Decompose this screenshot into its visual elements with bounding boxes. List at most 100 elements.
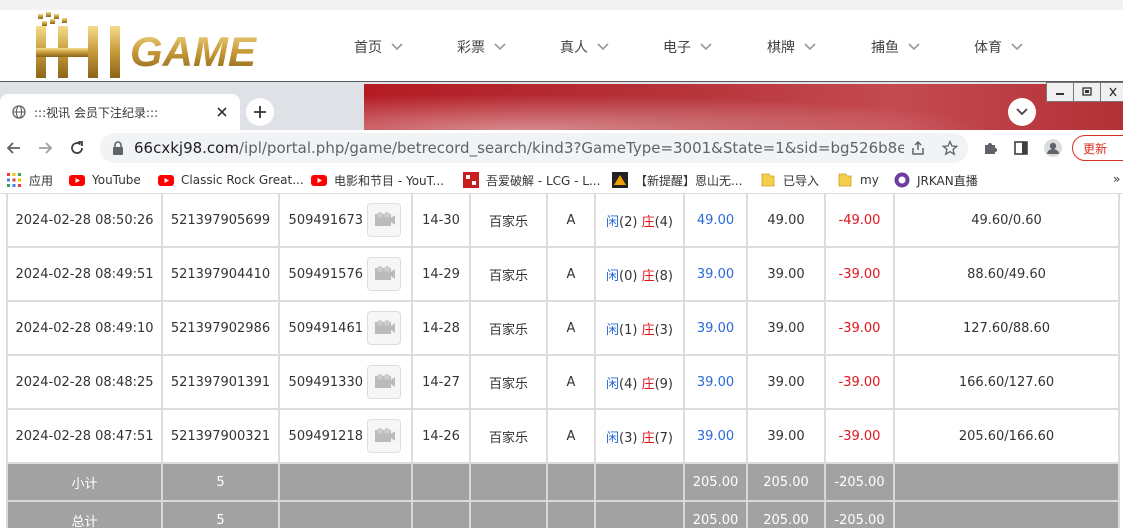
apps-grid-icon [7,173,21,187]
tab-search-button[interactable] [1008,98,1036,126]
total-result: -205.00 [824,500,895,528]
restore-button[interactable] [1073,82,1101,102]
total-row: 总计 5 205.00 205.00 -205.00 [6,500,1120,528]
balance-before-after: 205.60/166.60 [893,408,1120,464]
total-label: 总计 [6,500,163,528]
player-label: 闲 [605,376,619,392]
bookmark-label: 应用 [29,173,54,188]
close-icon[interactable] [214,104,230,120]
avatar-icon [1044,139,1062,157]
new-tab-button[interactable] [246,98,274,126]
globe-icon [12,105,26,119]
bet-number: 521397902986 [161,300,280,356]
nav-item-live[interactable]: 真人 [560,36,610,58]
valid-amount: 49.00 [746,194,826,248]
banker-label: 庄 [641,214,655,230]
tab-strip: :::视讯 会员下注纪录::: [0,82,1123,130]
empty-cell [469,500,548,528]
result-cell: 闲(1) 庄(3) [594,300,685,356]
bookmark-label: 【新提醒】恩山无... [635,173,743,188]
close-icon [1109,87,1117,97]
site-icon [612,172,628,188]
result-cell: 闲(4) 庄(9) [594,354,685,410]
bookmark-star-button[interactable] [940,138,960,158]
round-number: 14-27 [411,354,471,410]
table-name: A [546,408,596,464]
site-logo[interactable]: GAME [32,12,302,80]
arrow-left-icon [6,142,20,154]
close-window-button[interactable] [1100,82,1123,102]
bookmark-folder-imported[interactable]: 已导入 [760,171,819,189]
table-name: A [546,246,596,302]
bookmark-label: 吾爱破解 - LCG - L... [486,173,601,188]
chevron-down-icon [1016,108,1028,116]
video-replay-icon[interactable] [367,311,401,345]
subtotal-count: 5 [161,462,280,502]
update-button[interactable]: 更新 [1072,135,1123,161]
banker-label: 庄 [641,376,655,392]
bookmarks-more-button[interactable]: » [1113,172,1120,186]
lock-icon[interactable] [112,141,124,155]
game-number: 509491576 [288,266,363,282]
side-panel-button[interactable] [1009,136,1033,160]
bookmark-youtube[interactable]: YouTube [69,171,141,189]
nav-item-fishing[interactable]: 捕鱼 [871,36,921,58]
browser-tab[interactable]: :::视讯 会员下注纪录::: [0,94,240,130]
bookmark-52pojie[interactable]: 吾爱破解 - LCG - L... [463,171,600,189]
round-number: 14-26 [411,408,471,464]
video-replay-icon[interactable] [367,419,401,453]
bookmark-right-mountain[interactable]: 【新提醒】恩山无... [612,171,742,189]
bookmark-label: YouTube [92,173,141,187]
game-name: 百家乐 [469,194,548,248]
nav-item-cards[interactable]: 棋牌 [767,36,817,58]
player-label: 闲 [605,268,619,284]
forward-button[interactable] [33,136,57,160]
balance-before-after: 127.60/88.60 [893,300,1120,356]
bookmark-movies[interactable]: 电影和节目 - YouT... [311,171,444,189]
bet-number: 521397901391 [161,354,280,410]
back-button[interactable] [2,136,26,160]
url-path: /ipl/portal.php/game/betrecord_search/ki… [238,139,904,157]
puzzle-icon [985,143,997,154]
bet-amount: 39.00 [683,354,748,410]
minimize-icon [1056,93,1064,95]
site-icon [463,172,479,188]
bookmark-jrkan[interactable]: JRKAN直播 [894,171,978,189]
nav-label: 棋牌 [767,40,795,56]
url-text[interactable]: 66cxkj98.com/ipl/portal.php/game/betreco… [134,139,904,157]
subtotal-bet: 205.00 [683,462,748,502]
banker-label: 庄 [641,430,655,446]
restore-icon [1082,87,1092,96]
profile-button[interactable] [1041,136,1065,160]
nav-item-home[interactable]: 首页 [354,36,404,58]
video-replay-icon[interactable] [367,203,401,237]
reload-button[interactable] [65,136,89,160]
address-bar[interactable]: 66cxkj98.com/ipl/portal.php/game/betreco… [100,133,968,163]
bet-amount: 49.00 [683,194,748,248]
video-replay-icon[interactable] [367,365,401,399]
youtube-icon [69,175,85,186]
bookmark-apps[interactable]: 应用 [6,171,53,189]
nav-item-sports[interactable]: 体育 [974,36,1024,58]
share-button[interactable] [908,138,928,158]
extensions-button[interactable] [978,136,1002,160]
player-label: 闲 [605,322,619,338]
subtotal-label: 小计 [6,462,163,502]
nav-item-slots[interactable]: 电子 [663,36,713,58]
minimize-button[interactable] [1046,82,1074,102]
nav-label: 彩票 [457,40,485,56]
video-replay-icon[interactable] [367,257,401,291]
bookmark-label: JRKAN直播 [917,173,978,188]
url-host: 66cxkj98.com [134,139,239,157]
table-name: A [546,354,596,410]
youtube-icon [311,175,327,186]
bookmark-classic-rock[interactable]: Classic Rock Great... [158,171,304,189]
bookmark-folder-my[interactable]: my [837,171,879,189]
game-name: 百家乐 [469,300,548,356]
bet-number: 521397905699 [161,194,280,248]
nav-item-lottery[interactable]: 彩票 [457,36,507,58]
game-number: 509491673 [288,212,363,228]
chevron-down-icon [1011,43,1023,51]
empty-cell [278,500,413,528]
share-icon [912,140,924,155]
